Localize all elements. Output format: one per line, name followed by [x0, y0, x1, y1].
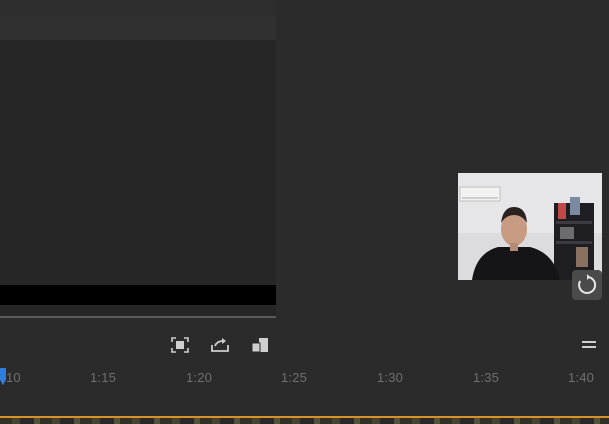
export-frame-icon	[211, 338, 229, 352]
playhead-handle[interactable]	[0, 368, 6, 386]
fit-to-frame-button[interactable]	[170, 336, 190, 354]
refresh-icon	[578, 274, 597, 294]
preview-header-strip	[0, 16, 276, 40]
compare-view-icon	[251, 338, 268, 353]
preview-scrub-bar[interactable]	[0, 316, 276, 318]
fit-to-frame-icon	[171, 337, 189, 353]
ruler-tick-label: 1:40	[568, 370, 595, 385]
ruler-tick-label: 1:15	[90, 370, 117, 385]
webcam-overlay	[458, 173, 602, 280]
program-preview-panel	[0, 0, 276, 318]
ruler-tick-label: 1:35	[473, 370, 500, 385]
ruler-tick-label: 10	[6, 370, 21, 385]
playhead-icon	[0, 368, 6, 385]
hamburger-menu-icon	[582, 341, 596, 348]
ruler-tick-label: 1:20	[186, 370, 213, 385]
compare-view-button[interactable]	[250, 336, 270, 354]
panel-menu-button[interactable]	[581, 337, 601, 353]
ruler-tick-label: 1:30	[377, 370, 404, 385]
video-frame-letterbox	[0, 285, 276, 305]
refresh-button[interactable]	[572, 270, 602, 300]
export-frame-button[interactable]	[210, 336, 230, 354]
preview-top-bar	[0, 0, 276, 16]
ruler-tick-label: 1:25	[281, 370, 308, 385]
timeline-ruler[interactable]: 10 1:15 1:20 1:25 1:30 1:35 1:40	[0, 362, 609, 392]
clip-thumbnails	[0, 418, 609, 424]
clip-selection-line	[0, 416, 609, 418]
